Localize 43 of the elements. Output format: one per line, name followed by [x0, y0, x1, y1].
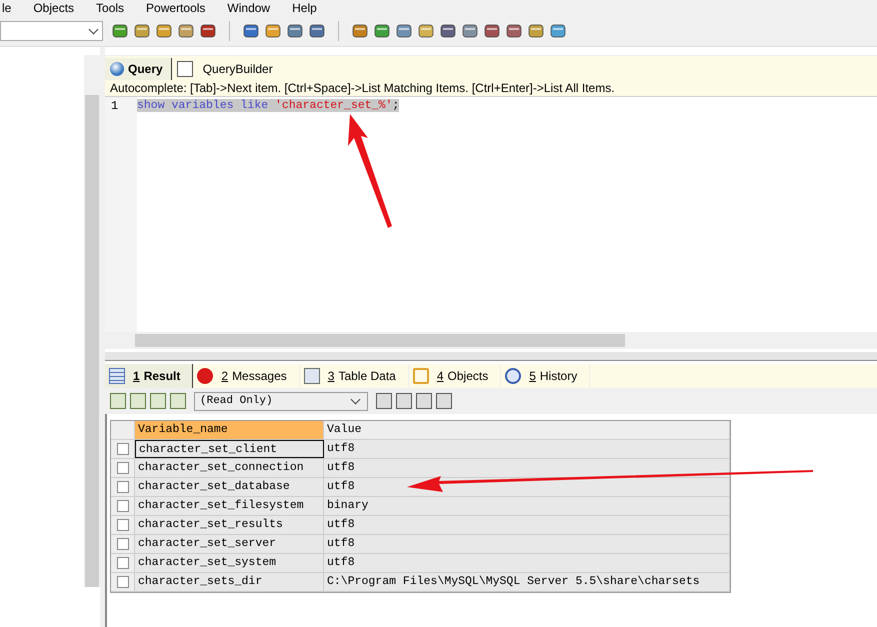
scrollbar[interactable] — [84, 55, 100, 587]
grid-icon — [109, 368, 125, 384]
menu-item[interactable]: le — [2, 0, 12, 16]
row-checkbox[interactable] — [116, 481, 128, 493]
row-checkbox[interactable] — [116, 557, 128, 569]
error-icon — [197, 368, 214, 384]
line-number: 1 — [110, 99, 120, 115]
mode-dropdown[interactable]: (Read Only) — [194, 392, 368, 410]
table-cell: character_set_filesystem — [135, 497, 324, 515]
column-header[interactable]: Variable_name — [135, 421, 324, 439]
row-checkbox[interactable] — [116, 538, 128, 550]
table-cell: character_set_client — [135, 440, 324, 458]
table-cell: utf8 — [324, 535, 730, 553]
table-cell: character_set_system — [135, 554, 324, 572]
row-checkbox[interactable] — [116, 443, 128, 455]
row-checkbox[interactable] — [116, 576, 128, 588]
splitter-bar[interactable] — [105, 352, 877, 361]
query-tab[interactable]: QueryBuilder — [172, 58, 281, 80]
menu-item[interactable]: Powertools — [146, 0, 206, 16]
table-cell: character_set_server — [135, 535, 324, 553]
menu-item[interactable]: Objects — [33, 0, 74, 16]
table-cell: character_sets_dir — [135, 573, 324, 591]
globe-icon — [110, 62, 124, 76]
sql-editor[interactable]: 1 show variables like 'character_set_%'; — [105, 96, 877, 349]
row-checkbox[interactable] — [116, 519, 128, 531]
table-cell: utf8 — [324, 440, 730, 458]
menu-item[interactable]: Help — [292, 0, 317, 16]
table-cell: utf8 — [324, 516, 730, 534]
table-cell: utf8 — [324, 554, 730, 572]
table-cell: C:\Program Files\MySQL\MySQL Server 5.5\share\charsets — [324, 573, 730, 591]
table-cell: character_set_results — [135, 516, 324, 534]
scrollbar[interactable] — [105, 332, 877, 349]
column-header[interactable]: Value — [324, 421, 730, 439]
table-cell: binary — [324, 497, 730, 515]
result-tab[interactable]: 1 Result — [105, 364, 194, 388]
query-tab[interactable]: Query — [105, 58, 172, 80]
table-cell: character_set_connection — [135, 459, 324, 477]
menu-item[interactable]: Window — [227, 0, 270, 16]
row-checkbox[interactable] — [116, 500, 128, 512]
row-checkbox[interactable] — [116, 462, 128, 474]
table-cell: character_set_database — [135, 478, 324, 496]
autocomplete-hint: Autocomplete: [Tab]->Next item. [Ctrl+Space]->List Matching Items. [Ctrl+Enter]->List All Items. — [105, 80, 877, 96]
menu-item[interactable]: Tools — [96, 0, 124, 16]
